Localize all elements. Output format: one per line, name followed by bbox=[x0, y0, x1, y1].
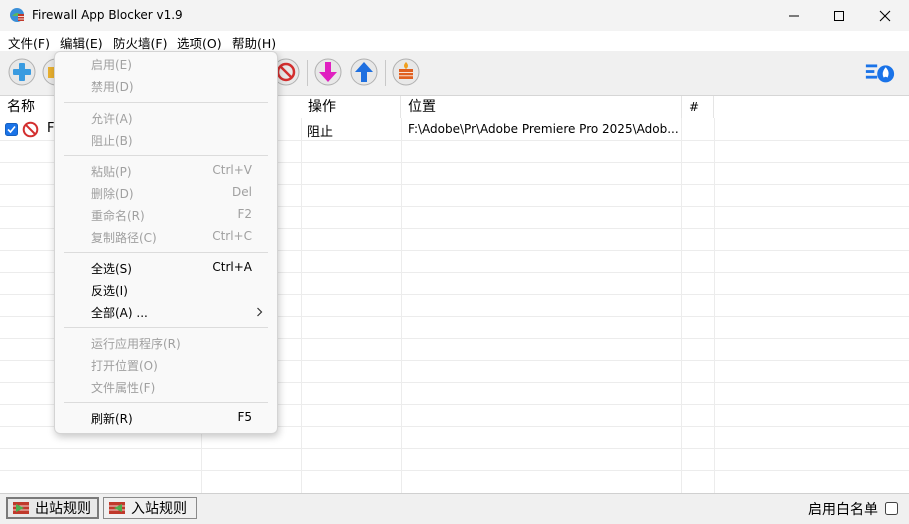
minimize-button[interactable] bbox=[771, 0, 817, 31]
inbound-rules-icon bbox=[109, 502, 125, 514]
arrow-down-icon bbox=[314, 58, 342, 86]
menu-item-invert-selection[interactable]: 反选(I) bbox=[55, 279, 277, 301]
menu-item-file-properties[interactable]: 文件属性(F) bbox=[55, 376, 277, 398]
move-down-button[interactable] bbox=[312, 56, 344, 88]
edit-menu: 启用(E) 禁用(D) 允许(A) 阻止(B) 粘贴(P) Ctrl+V 删除(D… bbox=[54, 51, 278, 434]
outbound-rules-label: 出站规则 bbox=[35, 501, 91, 517]
close-icon bbox=[879, 10, 891, 21]
firewall-flame-icon bbox=[865, 64, 895, 83]
window-title: Firewall App Blocker v1.9 bbox=[32, 8, 183, 22]
menu-file[interactable]: 文件(F) bbox=[8, 33, 50, 52]
app-icon bbox=[10, 8, 24, 22]
menu-item-block[interactable]: 阻止(B) bbox=[55, 129, 277, 151]
maximize-button[interactable] bbox=[816, 0, 862, 31]
column-location[interactable]: 位置 bbox=[401, 96, 682, 118]
row-action: 阻止 bbox=[307, 125, 334, 140]
menu-item-run-app[interactable]: 运行应用程序(R) bbox=[55, 332, 277, 354]
maximize-icon bbox=[834, 10, 844, 21]
menu-item-paste[interactable]: 粘贴(P) Ctrl+V bbox=[55, 160, 277, 182]
row-location: F:\Adobe\Pr\Adobe Premiere Pro 2025\Adob… bbox=[408, 122, 679, 136]
inbound-rules-label: 入站规则 bbox=[131, 501, 187, 517]
menu-bar: 文件(F) 编辑(E) 防火墙(F) 选项(O) 帮助(H) bbox=[0, 31, 909, 51]
menu-item-open-location[interactable]: 打开位置(O) bbox=[55, 354, 277, 376]
menu-help[interactable]: 帮助(H) bbox=[232, 33, 276, 52]
menu-item-copy-path[interactable]: 复制路径(C) Ctrl+C bbox=[55, 226, 277, 248]
menu-item-delete[interactable]: 删除(D) Del bbox=[55, 182, 277, 204]
submenu-chevron-icon bbox=[257, 307, 263, 317]
title-bar: Firewall App Blocker v1.9 bbox=[0, 0, 909, 31]
add-button[interactable] bbox=[6, 56, 38, 88]
tab-inbound-rules[interactable]: 入站规则 bbox=[103, 497, 197, 519]
firewall-button[interactable] bbox=[390, 56, 422, 88]
whitelist-checkbox[interactable] bbox=[885, 502, 898, 515]
menu-edit[interactable]: 编辑(E) bbox=[60, 33, 103, 52]
menu-item-rename[interactable]: 重命名(R) F2 bbox=[55, 204, 277, 226]
row-checkbox[interactable] bbox=[5, 123, 18, 136]
firewall-settings-button[interactable] bbox=[864, 56, 896, 88]
close-button[interactable] bbox=[862, 0, 908, 31]
firewall-wall-icon bbox=[392, 58, 420, 86]
menu-item-enable[interactable]: 启用(E) bbox=[55, 53, 277, 75]
column-number[interactable]: # bbox=[682, 96, 714, 118]
tab-outbound-rules[interactable]: 出站规则 bbox=[6, 497, 99, 519]
status-bar: 出站规则 入站规则 启用白名单 bbox=[0, 493, 909, 524]
move-up-button[interactable] bbox=[348, 56, 380, 88]
menu-item-all[interactable]: 全部(A) ... bbox=[55, 301, 277, 323]
menu-item-allow[interactable]: 允许(A) bbox=[55, 107, 277, 129]
arrow-up-icon bbox=[350, 58, 378, 86]
menu-firewall[interactable]: 防火墙(F) bbox=[113, 33, 167, 52]
column-action[interactable]: 操作 bbox=[301, 96, 401, 118]
menu-item-refresh[interactable]: 刷新(R) F5 bbox=[55, 407, 277, 429]
blocked-icon bbox=[22, 121, 39, 138]
whitelist-label: 启用白名单 bbox=[808, 502, 878, 518]
menu-item-disable[interactable]: 禁用(D) bbox=[55, 75, 277, 97]
outbound-rules-icon bbox=[13, 502, 29, 514]
add-icon bbox=[8, 58, 36, 86]
menu-item-select-all[interactable]: 全选(S) Ctrl+A bbox=[55, 257, 277, 279]
minimize-icon bbox=[789, 15, 799, 16]
menu-options[interactable]: 选项(O) bbox=[177, 33, 222, 52]
